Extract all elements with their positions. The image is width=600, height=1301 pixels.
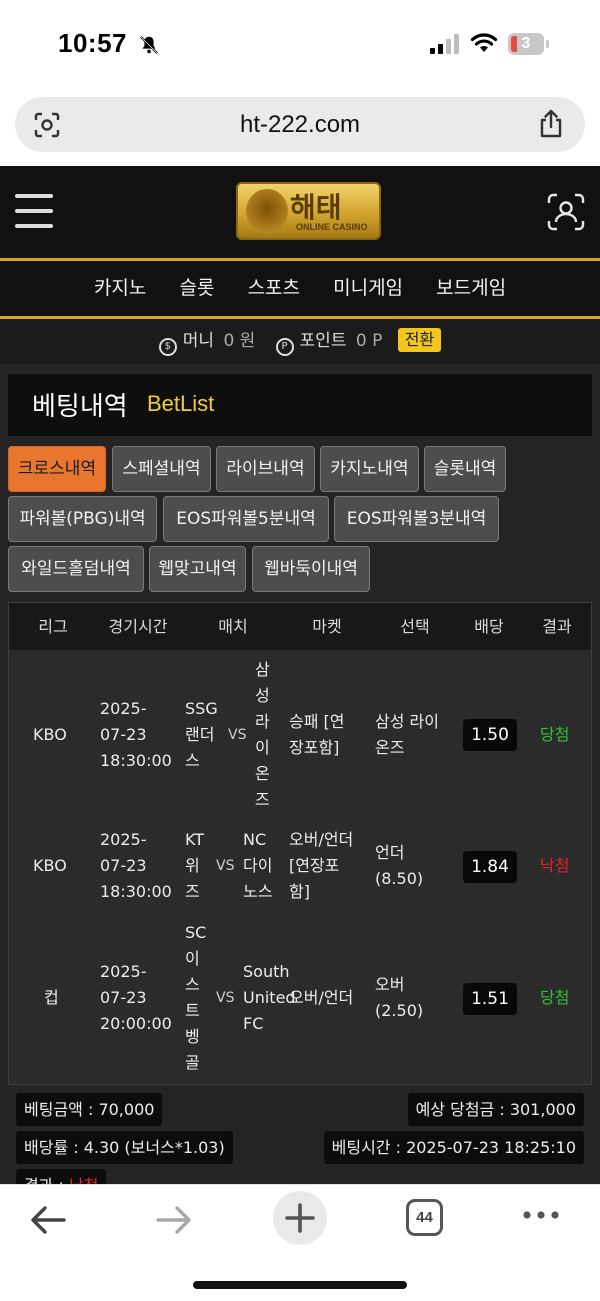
page-title: 베팅내역 <box>32 392 128 422</box>
cell-odds: 1.84 <box>463 851 517 883</box>
page-title-en: BetList <box>147 391 215 416</box>
tab-live[interactable]: 라이브내역 <box>216 446 315 492</box>
logo-sub-text: ONLINE CASINO <box>296 222 368 232</box>
home-indicator <box>193 1281 407 1289</box>
cell-time: 2025- 07-23 18:30:00 <box>100 699 172 770</box>
site-header: 해태 ONLINE CASINO <box>0 166 600 258</box>
cell-result-win: 당첨 <box>540 725 570 744</box>
cell-home-team: KT 위 즈 <box>185 830 205 901</box>
page-title-box: 베팅내역 BetList <box>8 374 592 436</box>
cell-away-team: 삼성라이온즈 <box>255 660 270 809</box>
cell-result-win: 당첨 <box>540 988 570 1007</box>
browser-bottom-bar: 44 <box>0 1184 600 1301</box>
cell-away-team: South United FC <box>243 962 296 1033</box>
tab-powerball-pbg[interactable]: 파워볼(PBG)내역 <box>8 496 157 542</box>
cellular-signal-icon <box>430 34 459 54</box>
point-label: 포인트 <box>299 331 347 351</box>
cell-league: 컵 <box>44 988 59 1007</box>
menu-item-slot[interactable]: 슬롯 <box>180 261 215 316</box>
tab-web-baduki[interactable]: 웹바둑이내역 <box>252 546 370 592</box>
logo-main-text: 해태 <box>290 191 342 224</box>
cell-time: 2025- 07-23 20:00:00 <box>100 962 172 1033</box>
cell-home-team: SSG 랜더 스 <box>185 699 218 770</box>
back-arrow-icon[interactable] <box>28 1203 68 1237</box>
tab-eos-powerball-5[interactable]: EOS파워볼5분내역 <box>163 496 329 542</box>
bet-table: 리그 경기시간 매치 마켓 선택 배당 결과 KBO 2025- 07-23 18:… <box>8 602 592 1085</box>
table-header: 리그 경기시간 매치 마켓 선택 배당 결과 <box>9 603 591 650</box>
vs-label: VS <box>216 858 235 874</box>
odds-rate: 배당률 : 4.30 (보너스*1.03) <box>16 1131 233 1164</box>
user-profile-icon[interactable] <box>546 192 586 232</box>
battery-indicator: 3 <box>508 33 549 55</box>
site-logo[interactable]: 해태 ONLINE CASINO <box>236 182 381 240</box>
menu-item-boardgame[interactable]: 보드게임 <box>436 261 506 316</box>
expected-win: 예상 당첨금 : 301,000 <box>407 1093 584 1126</box>
tab-slot[interactable]: 슬롯내역 <box>424 446 506 492</box>
cell-result-lose: 낙첨 <box>540 856 570 875</box>
tabs-count-button[interactable]: 44 <box>406 1199 443 1236</box>
more-options-icon[interactable] <box>521 1207 561 1223</box>
bet-time: 베팅시간 : 2025-07-23 18:25:10 <box>323 1131 584 1164</box>
cell-pick: 오버 (2.50) <box>375 975 424 1020</box>
tab-eos-powerball-3[interactable]: EOS파워볼3분내역 <box>334 496 499 542</box>
cell-away-team: NC 다이 노스 <box>243 830 273 901</box>
header-odds: 배당 <box>474 617 504 636</box>
tab-cross[interactable]: 크로스내역 <box>8 446 106 492</box>
share-icon[interactable] <box>537 109 565 139</box>
menu-item-sports[interactable]: 스포츠 <box>248 261 300 316</box>
tab-casino[interactable]: 카지노내역 <box>320 446 419 492</box>
cell-odds: 1.50 <box>463 719 517 751</box>
cell-pick: 삼성 라이 온즈 <box>375 712 439 757</box>
cell-market: 오버/언더 <box>289 988 354 1007</box>
bet-summary: 베팅금액 : 70,000 예상 당첨금 : 301,000 배당률 : 4.3… <box>8 1085 592 1202</box>
cell-market: 오버/언더 [연장포 함] <box>289 830 354 901</box>
balance-bar: $ 머니 0 원 P 포인트 0 P 전환 <box>0 319 600 364</box>
hamburger-menu-icon[interactable] <box>15 194 53 228</box>
status-time: 10:57 <box>58 28 127 58</box>
new-tab-button[interactable] <box>273 1191 327 1245</box>
money-coin-icon: $ <box>158 338 177 356</box>
cell-league: KBO <box>33 725 67 744</box>
address-bar[interactable]: ht-222.com <box>15 97 585 152</box>
status-bar: 10:57 3 <box>0 0 600 90</box>
header-result: 결과 <box>542 617 572 636</box>
money-label: 머니 <box>182 331 215 351</box>
cell-odds: 1.51 <box>463 983 517 1015</box>
header-market: 마켓 <box>312 617 342 636</box>
bet-amount: 베팅금액 : 70,000 <box>16 1093 163 1126</box>
tab-special[interactable]: 스페셜내역 <box>112 446 211 492</box>
header-match: 매치 <box>218 617 248 636</box>
cell-market: 승패 [연 장포함] <box>289 712 345 757</box>
plus-icon <box>285 1203 315 1233</box>
cell-time: 2025- 07-23 18:30:00 <box>100 830 172 901</box>
tab-web-matgo[interactable]: 웹맞고내역 <box>149 546 246 592</box>
lion-emblem-icon <box>246 189 288 233</box>
vs-label: VS <box>228 727 247 743</box>
vs-label: VS <box>216 990 235 1006</box>
point-value: 0 P <box>355 331 383 351</box>
menu-item-minigame[interactable]: 미니게임 <box>333 261 403 316</box>
point-coin-icon: P <box>275 338 294 356</box>
main-menu: 카지노 슬롯 스포츠 미니게임 보드게임 <box>0 261 600 316</box>
bell-off-icon <box>139 35 159 55</box>
cell-home-team: SC 이 스 트 벵 골 <box>185 923 207 1072</box>
url-text[interactable]: ht-222.com <box>15 97 585 152</box>
cell-league: KBO <box>33 856 67 875</box>
browser-url-area: ht-222.com <box>0 90 600 166</box>
tab-wild-holdem[interactable]: 와일드홀덤내역 <box>8 546 144 592</box>
money-value: 0 원 <box>223 331 256 351</box>
betlist-content: 베팅내역 BetList 크로스내역 스페셜내역 라이브내역 카지노내역 슬롯내… <box>0 364 600 1202</box>
forward-arrow-icon[interactable] <box>154 1203 194 1237</box>
header-time: 경기시간 <box>108 617 168 636</box>
header-league: 리그 <box>38 617 68 636</box>
menu-item-casino[interactable]: 카지노 <box>94 261 146 316</box>
cell-pick: 언더 (8.50) <box>375 843 424 888</box>
wifi-icon <box>470 33 498 52</box>
convert-button[interactable]: 전환 <box>397 328 442 352</box>
header-pick: 선택 <box>400 617 430 636</box>
